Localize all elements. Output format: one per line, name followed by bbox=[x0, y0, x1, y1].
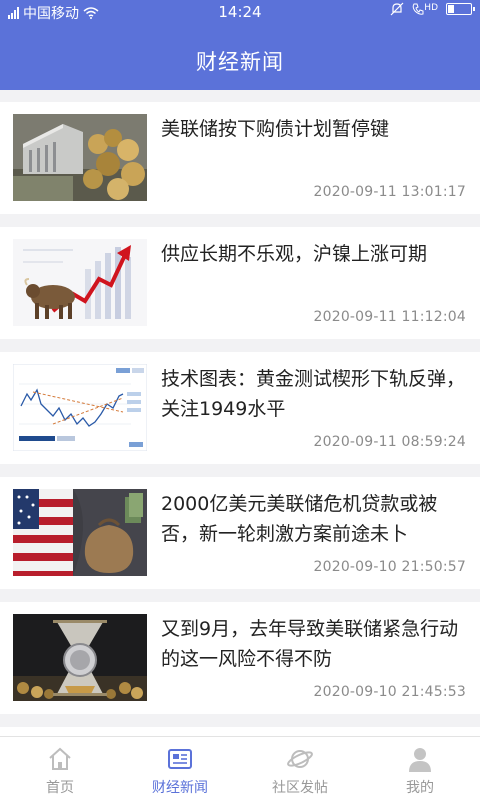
news-time: 2020-09-11 13:01:17 bbox=[313, 184, 466, 200]
news-item[interactable]: 供应长期不乐观，沪镍上涨可期 2020-09-11 11:12:04 bbox=[0, 227, 480, 339]
news-item[interactable]: 又到9月，去年导致美联储紧急行动的这一风险不得不防 2020-09-10 21:… bbox=[0, 602, 480, 714]
planet-icon bbox=[287, 750, 313, 768]
news-headline: 美联储按下购债计划暂停键 bbox=[161, 118, 390, 140]
bull-chart-thumb bbox=[13, 239, 147, 326]
top-bar: 中国移动 14:24 HD 财经新闻 bbox=[0, 0, 480, 90]
phone-hd-icon: HD bbox=[412, 3, 438, 16]
home-icon bbox=[49, 747, 71, 770]
news-item[interactable]: 2000亿美元美联储危机贷款或被否，新一轮刺激方案前途未卜 2020-09-10… bbox=[0, 477, 480, 589]
network-label: HD bbox=[424, 2, 438, 13]
tab-label: 财经新闻 bbox=[152, 780, 208, 796]
news-headline: 又到9月，去年导致美联储紧急行动的这一风险不得不防 bbox=[161, 618, 459, 670]
page-title: 财经新闻 bbox=[196, 50, 284, 74]
user-icon bbox=[409, 748, 431, 772]
news-time: 2020-09-11 11:12:04 bbox=[313, 309, 466, 325]
news-icon bbox=[168, 749, 192, 769]
news-time: 2020-09-10 21:50:57 bbox=[313, 559, 466, 575]
news-item[interactable]: 美联储按下购债计划暂停键 2020-09-11 13:01:17 bbox=[0, 102, 480, 214]
news-headline: 供应长期不乐观，沪镍上涨可期 bbox=[161, 243, 428, 265]
money-building-thumb bbox=[13, 114, 147, 201]
gold-hourglass-thumb bbox=[13, 614, 147, 701]
status-bar: 中国移动 14:24 HD bbox=[0, 0, 480, 24]
news-item[interactable]: 技术图表：黄金测试楔形下轨反弹，关注1949水平 2020-09-11 08:5… bbox=[0, 352, 480, 464]
flag-moneybag-thumb bbox=[13, 489, 147, 576]
tab-label: 首页 bbox=[46, 780, 74, 796]
news-time: 2020-09-10 21:45:53 bbox=[313, 684, 466, 700]
tab-news[interactable]: 财经新闻 bbox=[120, 737, 240, 800]
bell-off-icon bbox=[390, 2, 404, 16]
status-right: HD bbox=[390, 2, 475, 16]
battery-icon bbox=[446, 3, 475, 15]
tab-profile[interactable]: 我的 bbox=[360, 737, 480, 800]
tab-label: 社区发帖 bbox=[272, 780, 328, 796]
news-headline: 2000亿美元美联储危机贷款或被否，新一轮刺激方案前途未卜 bbox=[161, 493, 438, 545]
tab-community[interactable]: 社区发帖 bbox=[240, 737, 360, 800]
news-time: 2020-09-11 08:59:24 bbox=[313, 434, 466, 450]
tab-label: 我的 bbox=[406, 780, 434, 796]
app-screen: 中国移动 14:24 HD 财经新闻 美联储按下购债计划暂停键 2020-09-… bbox=[0, 0, 480, 800]
bottom-tab-bar: 首页 财经新闻 社区发帖 我的 bbox=[0, 736, 480, 800]
price-chart-thumb bbox=[13, 364, 147, 451]
tab-home[interactable]: 首页 bbox=[0, 737, 120, 800]
news-headline: 技术图表：黄金测试楔形下轨反弹，关注1949水平 bbox=[161, 368, 466, 420]
